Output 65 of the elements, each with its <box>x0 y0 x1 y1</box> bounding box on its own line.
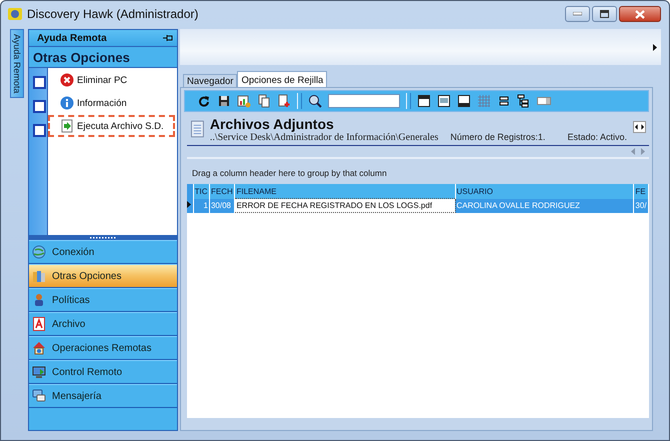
status-text: Estado: Activo. <box>567 132 627 142</box>
tab[interactable]: Navegador <box>183 74 238 87</box>
books-icon <box>32 269 46 283</box>
table-cell: ERROR DE FECHA REGISTRADO EN LOS LOGS.pdf <box>234 198 455 212</box>
option-item[interactable]: Eliminar PC <box>48 69 175 91</box>
nav-button[interactable]: Políticas <box>29 288 177 312</box>
section-heading: Archivos Adjuntos <box>210 117 335 132</box>
layout-icon[interactable] <box>417 94 431 108</box>
checkbox[interactable] <box>33 124 46 137</box>
minimize-button[interactable] <box>565 6 590 22</box>
nav-button[interactable]: Otras Opciones <box>29 264 177 288</box>
tree-icon[interactable] <box>517 94 531 108</box>
monitor-icon <box>32 365 46 379</box>
row-pointer-icon <box>187 201 191 208</box>
tab[interactable]: Opciones de Rejilla <box>237 71 328 87</box>
window-title: Discovery Hawk (Administrador) <box>27 7 200 21</box>
globe-icon <box>32 245 46 259</box>
close-button[interactable] <box>619 6 661 22</box>
panel-title: Ayuda Remota <box>37 32 107 44</box>
nav-button[interactable]: Operaciones Remotas <box>29 336 177 360</box>
table-row[interactable]: 1 30/08 ERROR DE FECHA REGISTRADO EN LOS LOGS.pdf CAROLINA OVALLE RODRIGUEZ 30/ <box>187 198 648 212</box>
minimize-icon <box>573 12 582 16</box>
dropdown-icon[interactable] <box>537 94 551 108</box>
house-icon <box>32 341 46 355</box>
close-icon <box>635 10 645 18</box>
scroll-arrows-icon <box>631 148 645 155</box>
messaging-icon <box>32 389 46 403</box>
add-document-icon[interactable] <box>277 94 291 108</box>
scroll-right-icon <box>653 44 657 50</box>
column-header[interactable]: TIC <box>193 184 210 198</box>
pin-icon <box>163 34 173 42</box>
person-icon <box>32 293 46 307</box>
group-hint: Drag a column header here to group by that column <box>191 167 388 180</box>
maximize-icon <box>600 10 609 18</box>
document-icon <box>191 120 204 138</box>
column-header[interactable]: FE <box>634 184 648 198</box>
column-header[interactable]: FILENAME <box>234 184 455 198</box>
column-header[interactable]: USUARIO <box>455 184 634 198</box>
app-icon <box>7 6 23 22</box>
option-item[interactable]: Ejecuta Archivo S.D. <box>48 115 175 137</box>
table-cell: CAROLINA OVALLE RODRIGUEZ <box>455 198 634 212</box>
nav-button[interactable]: Mensajería <box>29 384 177 408</box>
side-tab[interactable]: Ayuda Remota <box>10 29 24 98</box>
delete-icon <box>60 73 74 87</box>
info-icon <box>60 96 74 110</box>
save-icon[interactable] <box>217 94 231 108</box>
pdf-icon <box>32 317 46 331</box>
maximize-button[interactable] <box>592 6 617 22</box>
collapse-icon[interactable] <box>497 94 511 108</box>
preview-icon[interactable] <box>437 94 451 108</box>
scroll-arrows-icon[interactable] <box>632 121 646 133</box>
copy-icon[interactable] <box>257 94 271 108</box>
search-icon[interactable] <box>308 94 322 108</box>
search-field[interactable] <box>328 94 400 108</box>
option-item[interactable]: Información <box>48 92 175 114</box>
nav-button[interactable]: Control Remoto <box>29 360 177 384</box>
checkbox[interactable] <box>33 100 46 113</box>
chart-icon[interactable] <box>237 94 251 108</box>
checkbox[interactable] <box>33 76 46 89</box>
record-count: Número de Registros:1. <box>450 132 546 142</box>
footer-icon[interactable] <box>457 94 471 108</box>
refresh-icon[interactable] <box>197 94 211 108</box>
breadcrumb-path: ..\Service Desk\Administrador de Información\Generales <box>210 132 438 143</box>
column-header[interactable]: FECH <box>209 184 235 198</box>
nav-button[interactable]: Archivo <box>29 312 177 336</box>
